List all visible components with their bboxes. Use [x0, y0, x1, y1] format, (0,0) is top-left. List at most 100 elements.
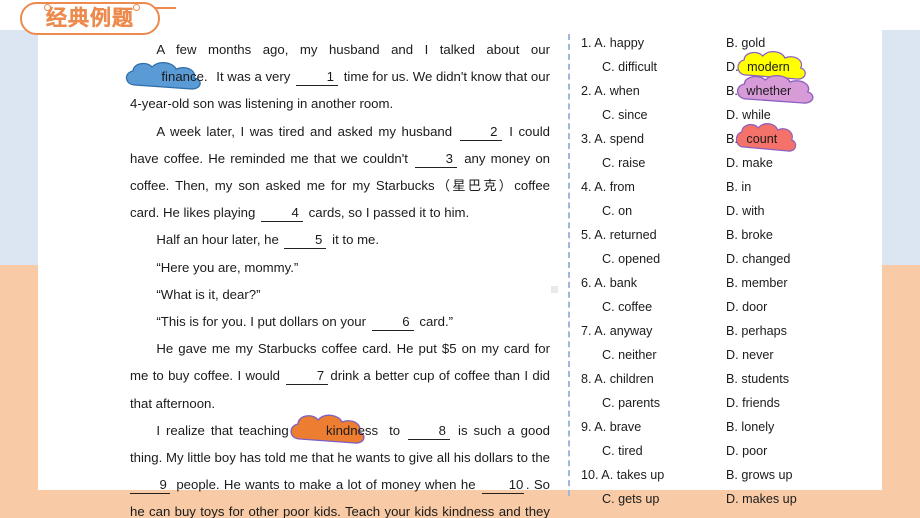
- blank-1[interactable]: 1: [296, 69, 339, 87]
- option-choice-right[interactable]: B. lonely: [726, 420, 774, 434]
- badge-dot-right-icon: [133, 4, 140, 11]
- option-row: 2. A. when B. whether: [581, 75, 881, 108]
- right-rail-blue-block: [882, 30, 920, 265]
- cloud-highlight-kindness: kindness: [290, 415, 383, 445]
- p1-seg2: It was a very: [212, 69, 295, 85]
- option-choice-left[interactable]: 6. A. bank: [581, 276, 637, 290]
- passage-paragraph-3: Half an hour later, he 5 it to me.: [130, 226, 550, 253]
- option-choice-left[interactable]: C. difficult: [602, 60, 657, 74]
- cloud-highlight-count: count: [736, 123, 797, 152]
- blank-4[interactable]: 4: [261, 205, 304, 223]
- option-choice-right[interactable]: B. count: [726, 123, 797, 152]
- option-choice-right[interactable]: B. grows up: [726, 468, 793, 482]
- option-choice-right[interactable]: B. member: [726, 276, 788, 290]
- option-choice-left[interactable]: C. since: [602, 108, 648, 122]
- option-choice-left[interactable]: 4. A. from: [581, 180, 635, 194]
- blank-6[interactable]: 6: [371, 314, 414, 332]
- option-choice-right[interactable]: D. never: [726, 348, 774, 362]
- passage-paragraph-1: A few months ago, my husband and I talke…: [125, 36, 550, 118]
- option-row: 9. A. brave B. lonely: [581, 420, 881, 444]
- blank-2[interactable]: 2: [459, 124, 502, 141]
- page-title: 经典例题: [46, 6, 134, 30]
- cloud-highlight-finance: finance.: [125, 61, 213, 90]
- option-row: C. raise D. make: [581, 156, 881, 180]
- option-choice-left[interactable]: 10. A. takes up: [581, 468, 664, 482]
- p8-seg4: people. He wants to make a lot of money …: [172, 477, 480, 493]
- option-row: C. tired D. poor: [581, 444, 881, 468]
- option-choice-right[interactable]: D. makes up: [726, 492, 797, 506]
- option-row: C. coffee D. door: [581, 300, 881, 324]
- p6-seg2: card.”: [415, 314, 454, 330]
- option-choice-left[interactable]: 9. A. brave: [581, 420, 641, 434]
- blank-7[interactable]: 7: [286, 368, 329, 386]
- option-choice-left[interactable]: C. on: [602, 204, 632, 218]
- option-choice-right[interactable]: B. whether: [726, 75, 814, 104]
- option-choice-right[interactable]: D. with: [726, 204, 765, 218]
- option-choice-right[interactable]: D. friends: [726, 396, 780, 410]
- option-choice-right[interactable]: B. students: [726, 372, 789, 386]
- option-choice-right[interactable]: D. door: [726, 300, 767, 314]
- option-choice-right[interactable]: D. changed: [726, 252, 790, 266]
- option-choice-left[interactable]: C. tired: [602, 444, 643, 458]
- passage-paragraph-2: A week later, I was tired and asked my h…: [130, 118, 550, 227]
- title-badge-group: 经典例题: [0, 0, 300, 40]
- slide-canvas: 经典例题 A few months ago, my husband and I …: [0, 0, 920, 518]
- option-letter: B.: [726, 84, 742, 98]
- option-choice-left[interactable]: C. coffee: [602, 300, 652, 314]
- option-choice-right[interactable]: D. modern: [726, 51, 806, 80]
- option-choice-left[interactable]: C. opened: [602, 252, 660, 266]
- right-rail-peach-block: [882, 265, 920, 518]
- blank-8[interactable]: 8: [408, 423, 451, 440]
- cloud-label-finance: finance.: [161, 69, 208, 85]
- cloud-label-modern: modern: [747, 60, 790, 74]
- option-choice-left[interactable]: C. neither: [602, 348, 657, 362]
- option-choice-right[interactable]: D. poor: [726, 444, 767, 458]
- left-rail: [0, 0, 38, 518]
- option-row: C. since D. while: [581, 108, 881, 132]
- option-choice-left[interactable]: C. parents: [602, 396, 660, 410]
- option-row: 6. A. bank B. member: [581, 276, 881, 300]
- blank-10[interactable]: 10: [481, 477, 524, 495]
- cloud-label-whether: whether: [746, 84, 792, 98]
- option-choice-left[interactable]: 3. A. spend: [581, 132, 644, 146]
- option-row: C. opened D. changed: [581, 252, 881, 276]
- passage-paragraph-4: “Here you are, mommy.”: [156, 259, 299, 275]
- p3-seg2: it to me.: [328, 232, 380, 248]
- passage-paragraph-8: I realize that teaching kindness to 8 is…: [130, 415, 550, 518]
- p6-seg1: “This is for you. I put dollars on your: [156, 314, 370, 330]
- option-row: 7. A. anyway B. perhaps: [581, 324, 881, 348]
- option-choice-left[interactable]: C. gets up: [602, 492, 659, 506]
- passage-paragraph-5: “What is it, dear?”: [156, 286, 261, 302]
- answer-options-list: 1. A. happy B. gold C. difficult D. modern 2…: [581, 36, 881, 516]
- option-row: C. parents D. friends: [581, 396, 881, 420]
- blank-3[interactable]: 3: [415, 151, 458, 168]
- blank-5[interactable]: 5: [284, 232, 327, 250]
- left-rail-blue-block: [0, 30, 38, 265]
- option-letter: D.: [726, 60, 743, 74]
- p8-seg2: to: [383, 422, 407, 438]
- option-row: C. difficult D. modern: [581, 51, 881, 84]
- option-choice-right[interactable]: B. gold: [726, 36, 765, 50]
- cloud-highlight-modern: modern: [737, 51, 806, 80]
- option-choice-right[interactable]: D. make: [726, 156, 773, 170]
- option-choice-left[interactable]: 5. A. returned: [581, 228, 657, 242]
- option-choice-left[interactable]: C. raise: [602, 156, 645, 170]
- blank-9[interactable]: 9: [130, 477, 170, 495]
- left-rail-peach-block: [0, 265, 38, 518]
- option-choice-left[interactable]: 7. A. anyway: [581, 324, 652, 338]
- passage-paragraph-6: “This is for you. I put dollars on your …: [130, 308, 550, 335]
- option-choice-right[interactable]: B. perhaps: [726, 324, 787, 338]
- option-choice-right[interactable]: B. broke: [726, 228, 773, 242]
- cloud-label-count: count: [746, 132, 778, 146]
- column-divider: [568, 34, 570, 496]
- option-choice-left[interactable]: 2. A. when: [581, 84, 640, 98]
- option-choice-left[interactable]: 8. A. children: [581, 372, 654, 386]
- option-choice-left[interactable]: 1. A. happy: [581, 36, 644, 50]
- option-row: 8. A. children B. students: [581, 372, 881, 396]
- option-choice-right[interactable]: B. in: [726, 180, 751, 194]
- option-choice-right[interactable]: D. while: [726, 108, 771, 122]
- passage-paragraph-7: He gave me my Starbucks coffee card. He …: [130, 335, 550, 417]
- right-rail: [882, 0, 920, 518]
- cloud-label-kindness: kindness: [326, 422, 379, 438]
- option-row: C. on D. with: [581, 204, 881, 228]
